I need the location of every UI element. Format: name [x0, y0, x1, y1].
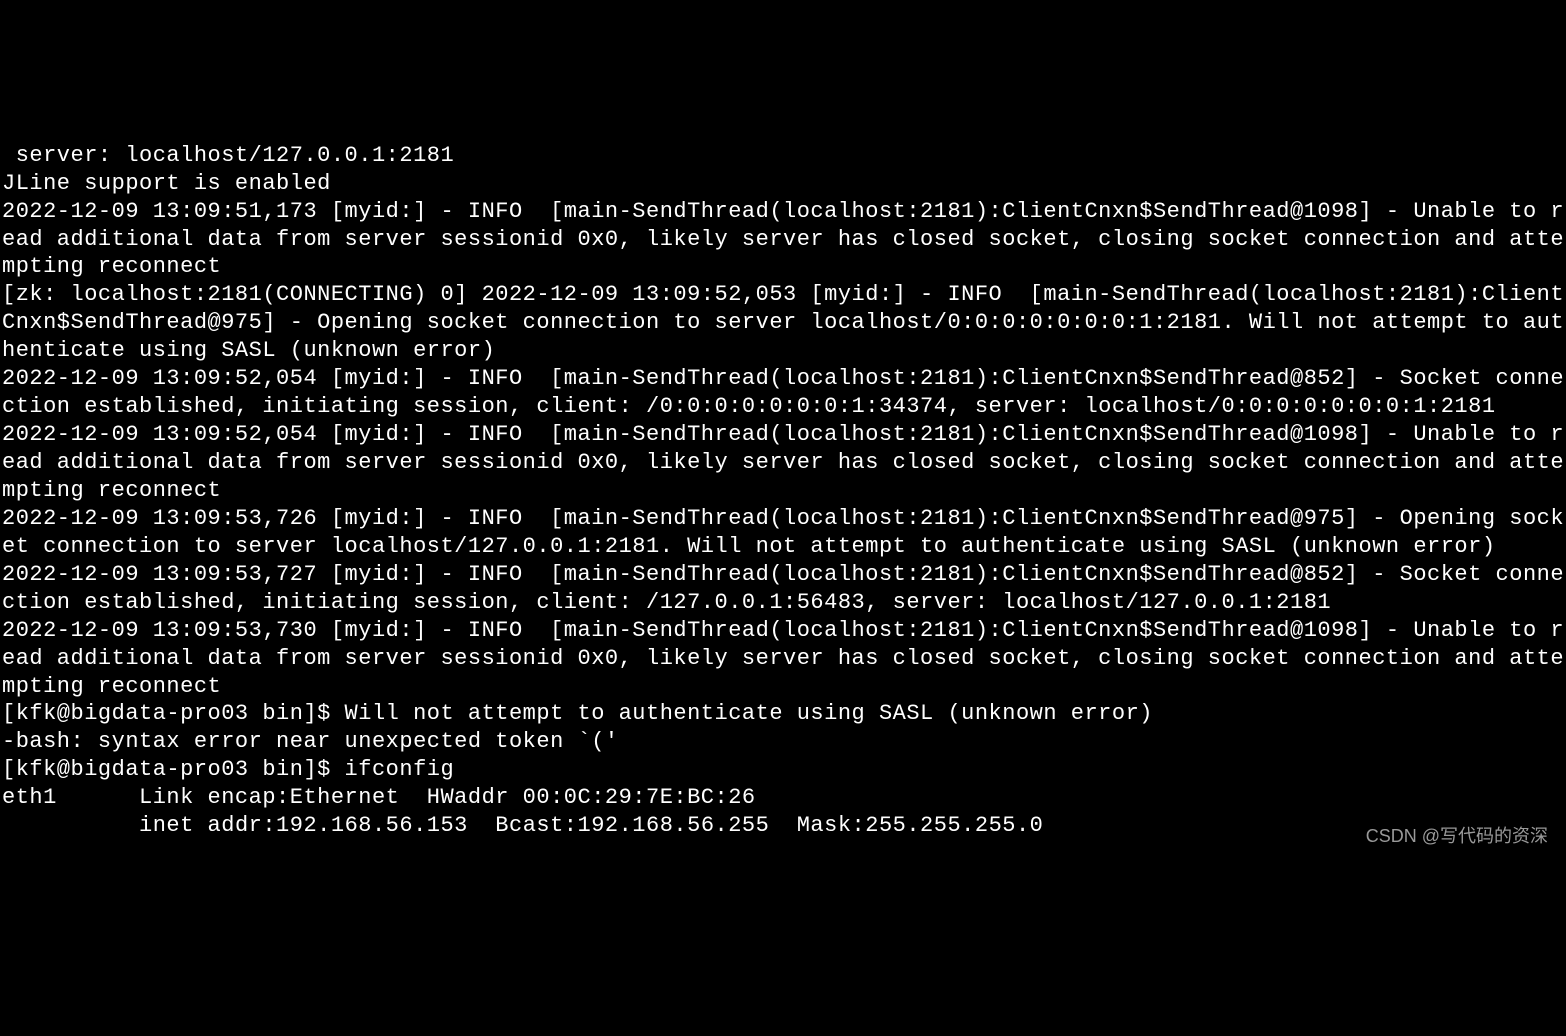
watermark: CSDN @写代码的资深 — [1366, 825, 1548, 848]
terminal-output[interactable]: server: localhost/127.0.0.1:2181 JLine s… — [0, 114, 1566, 840]
terminal-line: JLine support is enabled — [2, 171, 331, 196]
terminal-line: 2022-12-09 13:09:53,727 [myid:] - INFO [… — [2, 562, 1564, 615]
terminal-line: [zk: localhost:2181(CONNECTING) 0] 2022-… — [2, 282, 1564, 363]
terminal-error-line: -bash: syntax error near unexpected toke… — [2, 729, 619, 754]
terminal-line: 2022-12-09 13:09:52,054 [myid:] - INFO [… — [2, 366, 1564, 419]
terminal-line: server: localhost/127.0.0.1:2181 — [2, 143, 454, 168]
terminal-line: 2022-12-09 13:09:53,726 [myid:] - INFO [… — [2, 506, 1564, 559]
terminal-prompt-line: [kfk@bigdata-pro03 bin]$ Will not attemp… — [2, 701, 1153, 726]
terminal-line: inet addr:192.168.56.153 Bcast:192.168.5… — [2, 813, 1043, 838]
terminal-line: 2022-12-09 13:09:51,173 [myid:] - INFO [… — [2, 199, 1564, 280]
terminal-line: 2022-12-09 13:09:52,054 [myid:] - INFO [… — [2, 422, 1564, 503]
terminal-line: 2022-12-09 13:09:53,730 [myid:] - INFO [… — [2, 618, 1564, 699]
terminal-line: eth1 Link encap:Ethernet HWaddr 00:0C:29… — [2, 785, 756, 810]
terminal-prompt-line: [kfk@bigdata-pro03 bin]$ ifconfig — [2, 757, 454, 782]
